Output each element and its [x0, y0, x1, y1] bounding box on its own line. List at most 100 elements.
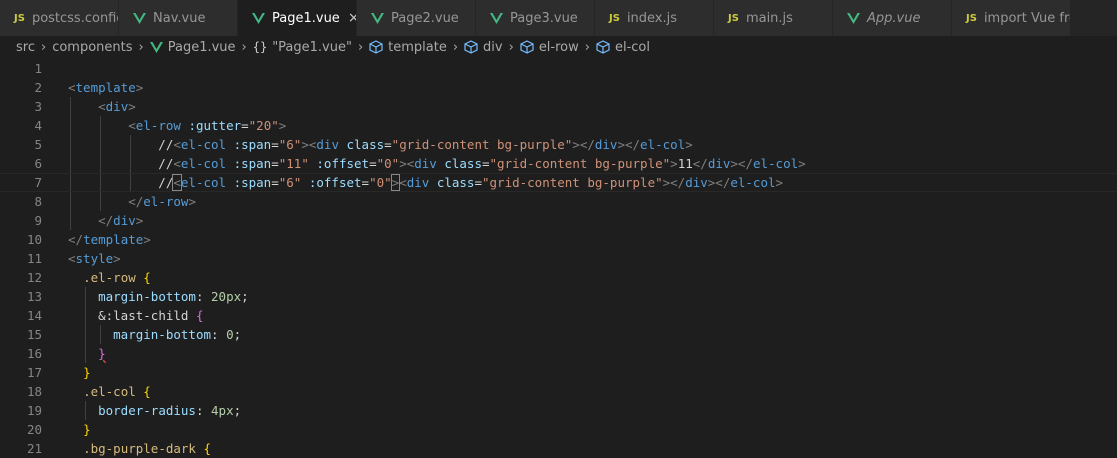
js-badge: JS: [609, 12, 620, 24]
code-line[interactable]: 1: [0, 59, 1117, 78]
code-token: div: [316, 137, 339, 152]
tab-label: Page3.vue: [510, 10, 578, 26]
code-token: >: [188, 194, 196, 209]
code-token: el-row: [143, 194, 189, 209]
code-editor[interactable]: 1 2 <template> 3 <div> 4 <el-row :gutter="20…: [0, 58, 1117, 456]
code-line[interactable]: 5 //<el-col :span="6"><div class="grid-c…: [0, 135, 1117, 154]
tab-postcss-config-js[interactable]: JS postcss.config.js: [0, 0, 119, 36]
code-text: <template>: [68, 78, 143, 97]
code-line[interactable]: 7 //<el-col :span="6" :offset="0"><div c…: [0, 173, 1117, 192]
code-token: =: [482, 156, 490, 171]
code-token: {: [143, 384, 151, 399]
breadcrumb-div[interactable]: div: [464, 40, 503, 55]
code-token: //: [68, 137, 174, 152]
breadcrumb-separator: ›: [584, 39, 590, 55]
code-line[interactable]: 10 </template>: [0, 230, 1117, 249]
code-token: ></: [730, 156, 753, 171]
code-line[interactable]: 11 <style>: [0, 249, 1117, 268]
breadcrumb-separator: ›: [241, 39, 247, 55]
tab-label: Page2.vue: [391, 10, 459, 26]
line-number: 14: [26, 308, 42, 323]
code-token: =: [271, 137, 279, 152]
code-token: >: [775, 175, 784, 190]
vue-file-icon: [133, 12, 146, 24]
tab-page1-vue[interactable]: Page1.vue ×: [238, 0, 357, 36]
code-line[interactable]: 18 .el-col {: [0, 382, 1117, 401]
tab-nav-vue[interactable]: Nav.vue: [119, 0, 238, 36]
code-line[interactable]: 2 <template>: [0, 78, 1117, 97]
breadcrumb-file[interactable]: Page1.vue: [149, 40, 236, 55]
code-token: >: [135, 80, 144, 95]
code-line[interactable]: 3 <div>: [0, 97, 1117, 116]
breadcrumb-src[interactable]: src: [16, 40, 35, 55]
tab-page2-vue[interactable]: Page2.vue: [357, 0, 476, 36]
code-token: el-col: [180, 175, 227, 190]
code-line[interactable]: 6 //<el-col :span="11" :offset="0"><div …: [0, 154, 1117, 173]
breadcrumb-components[interactable]: components: [52, 40, 132, 55]
tab-page3-vue[interactable]: Page3.vue: [476, 0, 595, 36]
code-token: :: [195, 289, 212, 304]
breadcrumb-el-row[interactable]: el-row: [520, 40, 579, 55]
code-token: ></: [707, 175, 731, 190]
code-line[interactable]: 21 .bg-purple-dark {: [0, 439, 1117, 458]
code-text: margin-bottom: 0;: [68, 325, 241, 344]
code-token: el-col: [180, 156, 227, 171]
code-text: //<el-col :span="6" :offset="0"><div cla…: [68, 174, 783, 191]
code-token: :gutter: [188, 118, 242, 133]
code-line[interactable]: 12 .el-row {: [0, 268, 1117, 287]
code-text: .bg-purple-dark {: [68, 439, 211, 458]
tab-import-vue-from[interactable]: JS import Vue from: [952, 0, 1071, 36]
js-file-icon: JS: [14, 13, 25, 24]
code-line[interactable]: 8 </el-row>: [0, 192, 1117, 211]
line-number: 9: [34, 213, 42, 228]
code-text: //<el-col :span="6"><div class="grid-con…: [68, 135, 692, 154]
code-token: {: [143, 270, 151, 285]
code-line[interactable]: 17 }: [0, 363, 1117, 382]
close-icon[interactable]: ×: [348, 10, 356, 26]
code-token: <: [128, 118, 136, 133]
breadcrumb-object[interactable]: {} "Page1.vue": [253, 40, 352, 55]
code-token: </: [128, 194, 144, 209]
code-token: "11": [278, 156, 309, 171]
code-line[interactable]: 16 }: [0, 344, 1117, 363]
tab-index-js[interactable]: JS index.js: [595, 0, 714, 36]
code-line[interactable]: 9 </div>: [0, 211, 1117, 230]
tab-app-vue[interactable]: App.vue: [833, 0, 952, 36]
line-number: 4: [34, 118, 42, 133]
tab-label: Page1.vue: [272, 10, 340, 26]
code-line[interactable]: 15 margin-bottom: 0;: [0, 325, 1117, 344]
tab-main-js[interactable]: JS main.js: [714, 0, 833, 36]
breadcrumb-src-label: src: [16, 39, 35, 55]
js-file-icon: JS: [728, 13, 739, 24]
code-token: >: [113, 251, 121, 266]
breadcrumb-template[interactable]: template: [369, 40, 447, 55]
code-line[interactable]: 19 border-radius: 4px;: [0, 401, 1117, 420]
element-cube-icon: [369, 40, 383, 54]
line-number: 5: [34, 137, 42, 152]
breadcrumb-el-col[interactable]: el-col: [596, 40, 650, 55]
js-badge: JS: [728, 12, 739, 24]
code-token: div: [406, 175, 430, 190]
code-line[interactable]: 13 margin-bottom: 20px;: [0, 287, 1117, 306]
code-token: class: [436, 175, 475, 190]
code-line[interactable]: 14 &:last-child {: [0, 306, 1117, 325]
line-number: 19: [26, 403, 42, 418]
vue-file-icon: [847, 12, 860, 24]
code-token: .bg-purple-dark: [83, 441, 196, 456]
code-token: .el-col: [83, 384, 136, 399]
code-token: >: [135, 213, 144, 228]
code-token: ></: [662, 175, 686, 190]
code-token: <: [68, 80, 76, 95]
code-text: </template>: [68, 230, 151, 249]
code-line[interactable]: 4 <el-row :gutter="20">: [0, 116, 1117, 135]
code-token: class: [444, 156, 482, 171]
code-text: .el-col {: [68, 382, 151, 401]
line-number: 20: [26, 422, 42, 437]
vue-file-icon: [252, 12, 265, 24]
code-line[interactable]: 20 }: [0, 420, 1117, 439]
